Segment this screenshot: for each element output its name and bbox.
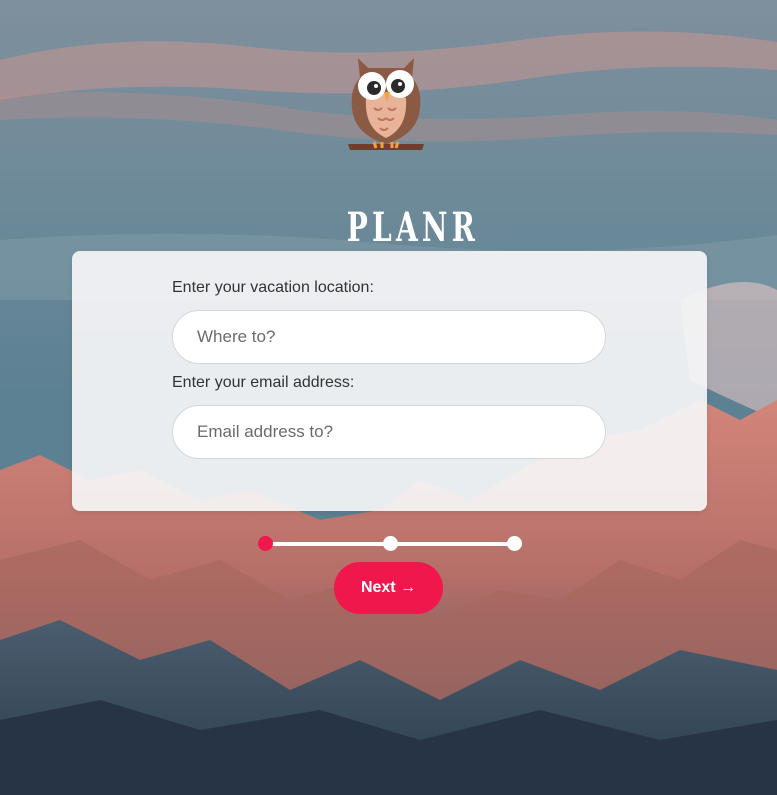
progress-stepper [258,536,522,552]
progress-step-1-active [258,536,273,551]
location-label: Enter your vacation location: [172,279,374,296]
progress-step-2 [383,536,398,551]
owl-icon [348,58,424,150]
next-button[interactable]: Next → [334,562,443,614]
brand-name: PLANR [346,204,480,251]
progress-step-3 [507,536,522,551]
location-input[interactable] [172,310,606,364]
email-input[interactable] [172,405,606,459]
email-label: Enter your email address: [172,374,355,391]
planr-logo: PLANR [330,48,475,250]
trip-form-card: Enter your vacation location: Enter your… [72,251,707,511]
